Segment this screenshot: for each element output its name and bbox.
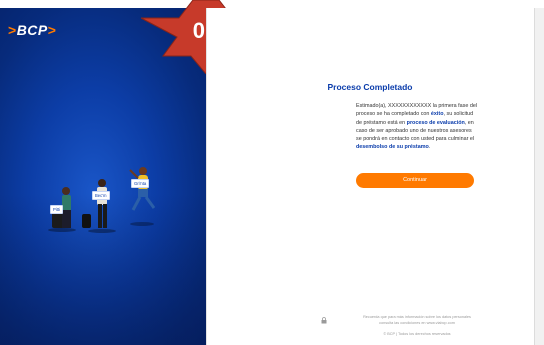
illustration-tag: Bec'm: [92, 191, 110, 200]
illustration-tag: Pitti: [50, 205, 63, 214]
illustration-tag: Gri'nta: [131, 179, 150, 188]
bcp-logo: >BCP>: [8, 22, 57, 38]
lock-icon: [321, 317, 327, 324]
continue-button[interactable]: Continuar: [356, 173, 474, 188]
page-title: Proceso Completado: [327, 82, 413, 92]
status-message: Estimado(a), XXXXXXXXXXXX la primera fas…: [356, 103, 478, 151]
privacy-note: Recuerda que para más información sobre …: [363, 315, 471, 325]
window-edge: [534, 8, 544, 345]
copyright-text: © BCP | Todos los derechos reservados: [383, 332, 451, 336]
